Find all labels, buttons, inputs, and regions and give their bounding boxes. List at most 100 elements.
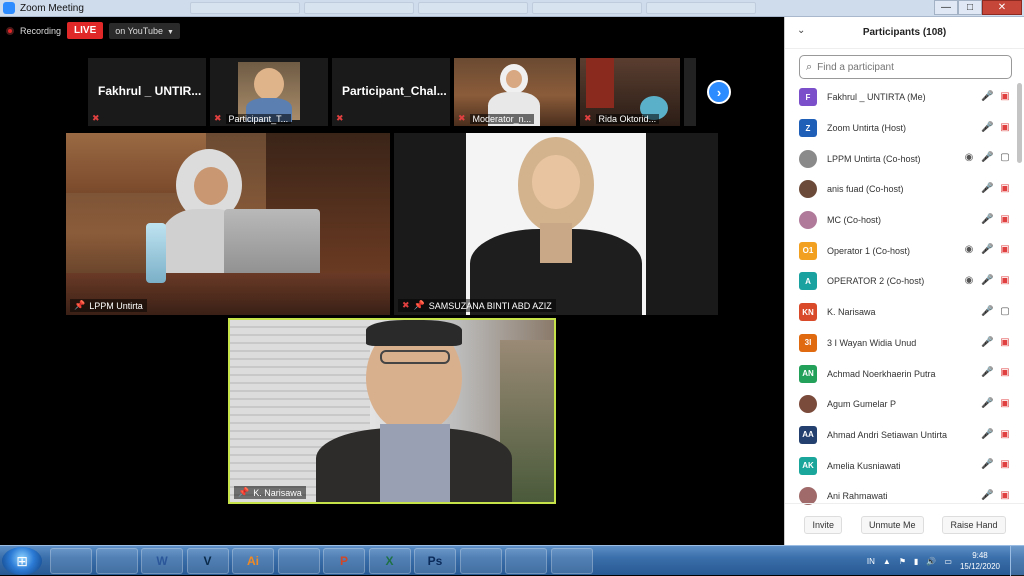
tile-label: ✖ Rida Oktorid...: [584, 113, 660, 124]
participant-row[interactable]: 3I 3 I Wayan Widia Unud 🎤 ▣: [785, 328, 1017, 359]
tile-name: Fakhrul _ UNTIR...: [98, 84, 202, 98]
obs-icon[interactable]: [550, 548, 593, 574]
zoom-app-icon: [3, 2, 15, 14]
excel-icon[interactable]: X: [368, 548, 411, 574]
maximize-button[interactable]: □: [958, 0, 982, 15]
background-tab[interactable]: [304, 2, 414, 14]
zoom-icon[interactable]: [505, 548, 547, 574]
participant-row[interactable]: A OPERATOR 2 (Co-host) ◉ 🎤 ▣: [785, 266, 1017, 297]
meeting-area: Recording LIVE on YouTube ▼ Fakhrul _ UNT…: [0, 17, 784, 545]
video-icon: ▢: [1000, 152, 1010, 164]
pin-icon: 📌: [238, 487, 250, 497]
background-tab[interactable]: [532, 2, 642, 14]
person-face: [194, 167, 228, 205]
illustrator-icon[interactable]: Ai: [232, 548, 274, 574]
participant-name: MC (Co-host): [827, 215, 882, 226]
language-indicator[interactable]: IN: [867, 557, 875, 566]
participant-row[interactable]: MC (Co-host) 🎤 ▣: [785, 205, 1017, 236]
avatar: [799, 211, 817, 230]
participant-status-icons: ◉ 🎤 ▣: [963, 244, 1011, 255]
participant-status-icons: 🎤 ▢: [981, 306, 1011, 317]
participant-status-icons: 🎤 ▣: [981, 91, 1011, 102]
close-button[interactable]: ✕: [982, 0, 1022, 15]
chrome-icon[interactable]: [459, 548, 502, 574]
strip-tile-4[interactable]: ✖ Moderator_n...: [454, 58, 576, 126]
minimize-button[interactable]: —: [934, 0, 958, 15]
participant-row[interactable]: LPPM Untirta (Co-host) ◉ 🎤 ▢: [785, 143, 1017, 174]
scrollbar[interactable]: [1017, 83, 1022, 163]
background-tab[interactable]: [418, 2, 528, 14]
strip-tile-2[interactable]: ✖ Participant_T...: [210, 58, 328, 126]
participant-status-icons: 🎤 ▣: [981, 337, 1011, 348]
participant-row[interactable]: Agum Gumelar P 🎤 ▣: [785, 389, 1017, 420]
strip-tile-1[interactable]: Fakhrul _ UNTIR... ✖: [88, 58, 206, 126]
mic-off-icon: ✖: [458, 113, 466, 123]
participant-row[interactable]: AN Achmad Noerkhaerin Putra 🎤 ▣: [785, 358, 1017, 389]
raise-hand-button[interactable]: Raise Hand: [942, 515, 1006, 534]
tile-name: Participant_Chal...: [342, 84, 447, 98]
tile-label-text: Participant_T...: [225, 113, 292, 124]
participant-row[interactable]: O1 Operator 1 (Co-host) ◉ 🎤 ▣: [785, 235, 1017, 266]
participant-row[interactable]: Z Zoom Untirta (Host) 🎤 ▣: [785, 113, 1017, 144]
network-icon[interactable]: ▮: [914, 557, 918, 566]
unmute-me-button[interactable]: Unmute Me: [860, 515, 924, 534]
youtube-stream-label: on YouTube: [115, 25, 163, 36]
participant-row[interactable]: F Fakhrul _ UNTIRTA (Me) 🎤 ▣: [785, 82, 1017, 113]
participant-search[interactable]: ⌕: [799, 55, 1012, 79]
avatar: A: [799, 272, 817, 291]
participant-row[interactable]: AA Ahmad Andri Setiawan Untirta 🎤 ▣: [785, 420, 1017, 451]
mic-muted-icon: 🎤: [981, 213, 994, 225]
clock[interactable]: 9:48 15/12/2020: [960, 550, 1000, 572]
next-page-button[interactable]: ›: [707, 80, 731, 104]
word-icon[interactable]: W: [141, 548, 183, 574]
vectorworks-icon[interactable]: V: [186, 548, 229, 574]
show-desktop-button[interactable]: [1010, 546, 1024, 576]
participant-status-icons: 🎤 ▣: [981, 398, 1011, 409]
title-bar: Zoom Meeting — □ ✕: [0, 0, 1024, 17]
video-k-narisawa[interactable]: 📌 K. Narisawa: [228, 318, 556, 504]
search-input[interactable]: [817, 61, 998, 73]
person-head: [254, 68, 284, 100]
youtube-stream-button[interactable]: on YouTube ▼: [109, 22, 180, 39]
participant-row[interactable]: KN K. Narisawa 🎤 ▢: [785, 297, 1017, 328]
strip-tile-5[interactable]: ✖ Rida Oktorid...: [580, 58, 680, 126]
tray-expand-icon[interactable]: ▲: [883, 557, 891, 566]
start-button[interactable]: ⊞: [2, 547, 42, 575]
video-off-icon: ▣: [1000, 459, 1010, 471]
strip-tile-3[interactable]: Participant_Chal... ✖: [332, 58, 450, 126]
video-lppm-untirta[interactable]: 📌 LPPM Untirta: [66, 133, 390, 315]
participant-row[interactable]: anis fuad (Co-host) 🎤 ▣: [785, 174, 1017, 205]
action-center-icon[interactable]: ⚑: [899, 557, 906, 566]
background-tab[interactable]: [190, 2, 300, 14]
live-badge[interactable]: LIVE: [67, 22, 104, 39]
eyeglasses: [380, 350, 450, 364]
mic-muted-icon: 🎤: [981, 489, 994, 501]
invite-button[interactable]: Invite: [804, 515, 842, 534]
avatar: O1: [799, 241, 817, 260]
person-shirt: [380, 424, 450, 502]
tile-label: ✖: [336, 113, 344, 124]
participant-status-icons: ◉ 🎤 ▢: [963, 152, 1011, 163]
powerpoint-icon[interactable]: P: [323, 548, 365, 574]
water-bottle: [146, 223, 166, 283]
ie-icon[interactable]: [50, 548, 92, 574]
video-off-icon: ▣: [1000, 213, 1010, 225]
participant-name: anis fuad (Co-host): [827, 184, 904, 195]
video-samsuzana[interactable]: ✖ 📌 SAMSUZANA BINTI ABD AZIZ: [394, 133, 718, 315]
participant-row[interactable]: AK Amelia Kusniawati 🎤 ▣: [785, 450, 1017, 481]
mic-muted-icon: 🎤: [981, 121, 994, 133]
video-label-text: LPPM Untirta: [89, 300, 143, 311]
video-label: 📌 LPPM Untirta: [70, 299, 147, 312]
photoshop-icon[interactable]: Ps: [414, 548, 456, 574]
battery-icon[interactable]: ▭: [944, 557, 952, 566]
file-explorer-icon[interactable]: [95, 548, 138, 574]
clock-date: 15/12/2020: [959, 562, 1000, 571]
mic-muted-icon: 🎤: [981, 275, 994, 287]
gadget-icon[interactable]: [277, 548, 320, 574]
collapse-chevron-icon[interactable]: ⌄: [797, 25, 805, 36]
volume-icon[interactable]: 🔊: [926, 557, 936, 566]
avatar: AA: [799, 425, 817, 444]
chevron-right-icon: ›: [716, 84, 722, 100]
background-tab[interactable]: [646, 2, 756, 14]
avatar: [799, 180, 817, 199]
